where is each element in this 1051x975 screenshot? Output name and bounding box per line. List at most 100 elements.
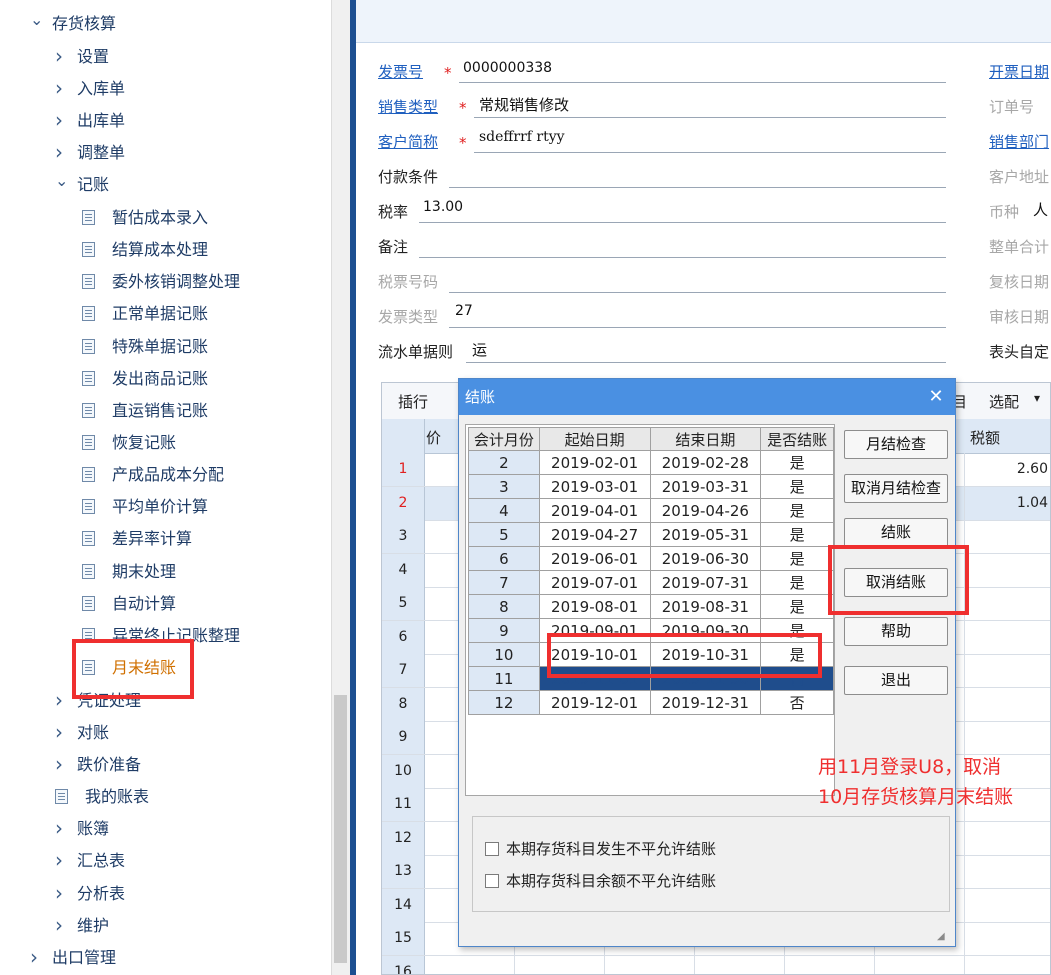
- tax-cell[interactable]: [982, 621, 1050, 654]
- chevron-right-icon[interactable]: ›: [55, 74, 69, 102]
- month-cell[interactable]: 7: [468, 570, 540, 595]
- sales-type-value[interactable]: 常规销售修改: [479, 94, 569, 115]
- cancel-month-check-button[interactable]: 取消月结检查: [844, 474, 948, 503]
- close-period-button[interactable]: 结账: [844, 518, 948, 547]
- chevron-right-icon[interactable]: ›: [55, 718, 69, 746]
- month-cell[interactable]: 2: [468, 450, 540, 475]
- month-cell[interactable]: 4: [468, 498, 540, 523]
- sales-type-label[interactable]: 销售类型: [378, 96, 438, 117]
- table-row[interactable]: 7 2019-07-01 2019-07-31 是: [468, 570, 834, 595]
- start-date-cell[interactable]: 2019-02-01: [538, 450, 651, 475]
- invoice-type-value[interactable]: 27: [455, 303, 473, 319]
- closed-flag-cell[interactable]: 是: [760, 474, 834, 499]
- month-cell[interactable]: 5: [468, 522, 540, 547]
- start-date-cell[interactable]: 2019-04-01: [538, 498, 651, 523]
- table-row[interactable]: 6 2019-06-01 2019-06-30 是: [468, 546, 834, 571]
- chevron-right-icon[interactable]: ›: [55, 750, 69, 778]
- tax-rate-value[interactable]: 13.00: [423, 199, 463, 215]
- tax-cell[interactable]: 2.60: [982, 453, 1050, 486]
- start-date-cell[interactable]: 2019-07-01: [538, 570, 651, 595]
- help-button[interactable]: 帮助: [844, 617, 948, 646]
- month-cell[interactable]: 11: [468, 666, 540, 691]
- closed-flag-cell[interactable]: 是: [760, 546, 834, 571]
- end-date-cell[interactable]: 2019-02-28: [649, 450, 762, 475]
- allow-unbalanced-balance-label[interactable]: 本期存货科目余额不平允许结账: [506, 870, 716, 891]
- chevron-right-icon[interactable]: ›: [30, 943, 44, 971]
- resize-grip-icon[interactable]: ◢: [937, 931, 949, 943]
- chevron-right-icon[interactable]: ›: [55, 106, 69, 134]
- chevron-down-icon[interactable]: ▾: [1034, 391, 1040, 405]
- chevron-right-icon[interactable]: ›: [55, 911, 69, 939]
- chevron-right-icon[interactable]: ›: [55, 814, 69, 842]
- closed-flag-cell[interactable]: 是: [760, 522, 834, 547]
- end-date-cell[interactable]: 2019-12-31: [649, 690, 762, 715]
- tax-cell[interactable]: [982, 721, 1050, 754]
- table-row[interactable]: 8 2019-08-01 2019-08-31 是: [468, 594, 834, 619]
- close-icon[interactable]: ✕: [921, 379, 951, 415]
- start-date-cell[interactable]: 2019-08-01: [538, 594, 651, 619]
- end-date-cell[interactable]: 2019-04-26: [649, 498, 762, 523]
- table-row[interactable]: 5 2019-04-27 2019-05-31 是: [468, 522, 834, 547]
- tax-cell[interactable]: [982, 520, 1050, 553]
- select-match-button[interactable]: 选配: [989, 391, 1019, 412]
- chevron-down-icon[interactable]: ⌄: [30, 6, 44, 34]
- start-date-cell[interactable]: 2019-04-27: [538, 522, 651, 547]
- start-date-cell[interactable]: 2019-03-01: [538, 474, 651, 499]
- invoice-no-value[interactable]: 0000000338: [463, 60, 552, 76]
- customer-label[interactable]: 客户简称: [378, 131, 438, 152]
- invoice-no-label[interactable]: 发票号: [378, 61, 423, 82]
- closed-flag-cell[interactable]: 是: [760, 570, 834, 595]
- chevron-right-icon[interactable]: ›: [55, 879, 69, 907]
- table-row[interactable]: 2 2019-02-01 2019-02-28 是: [468, 450, 834, 475]
- chevron-down-icon[interactable]: ⌄: [55, 167, 69, 195]
- customer-value[interactable]: sdeffrrf rtyy: [479, 129, 565, 145]
- chevron-right-icon[interactable]: ›: [55, 42, 69, 70]
- month-cell[interactable]: 8: [468, 594, 540, 619]
- invoice-date-label[interactable]: 开票日期: [989, 61, 1049, 82]
- tax-cell[interactable]: [982, 922, 1050, 955]
- dialog-titlebar[interactable]: 结账 ✕: [459, 379, 955, 415]
- end-date-cell[interactable]: 2019-07-31: [649, 570, 762, 595]
- tax-cell[interactable]: [982, 554, 1050, 587]
- month-check-button[interactable]: 月结检查: [844, 430, 948, 459]
- table-row[interactable]: 12 2019-12-01 2019-12-31 否: [468, 690, 834, 715]
- nav-scrollbar-thumb[interactable]: [334, 695, 347, 963]
- currency-value[interactable]: 人: [1033, 199, 1048, 220]
- month-cell[interactable]: 6: [468, 546, 540, 571]
- chevron-right-icon[interactable]: ›: [55, 138, 69, 166]
- end-date-cell[interactable]: 2019-03-31: [649, 474, 762, 499]
- month-cell[interactable]: 9: [468, 618, 540, 643]
- closed-flag-cell[interactable]: 否: [760, 690, 834, 715]
- sales-dept-label[interactable]: 销售部门: [989, 131, 1049, 152]
- tax-cell[interactable]: 1.04: [982, 487, 1050, 520]
- month-cell[interactable]: 10: [468, 642, 540, 667]
- end-date-cell[interactable]: 2019-06-30: [649, 546, 762, 571]
- closed-flag-cell[interactable]: 是: [760, 594, 834, 619]
- tax-cell[interactable]: [982, 587, 1050, 620]
- closed-flag-cell[interactable]: 是: [760, 450, 834, 475]
- tax-cell[interactable]: [982, 855, 1050, 888]
- tax-cell[interactable]: [982, 822, 1050, 855]
- chevron-right-icon[interactable]: ›: [55, 846, 69, 874]
- table-row[interactable]: 3 2019-03-01 2019-03-31 是: [468, 474, 834, 499]
- serial-rule-value[interactable]: 运: [472, 339, 487, 360]
- allow-unbalanced-occurrence-label[interactable]: 本期存货科目发生不平允许结账: [506, 838, 716, 859]
- table-row[interactable]: 16: [382, 955, 1050, 975]
- tax-cell[interactable]: [982, 688, 1050, 721]
- chevron-right-icon[interactable]: ›: [55, 686, 69, 714]
- tax-cell[interactable]: [982, 654, 1050, 687]
- month-cell[interactable]: 12: [468, 690, 540, 715]
- end-date-cell[interactable]: 2019-05-31: [649, 522, 762, 547]
- exit-button[interactable]: 退出: [844, 666, 948, 695]
- month-cell[interactable]: 3: [468, 474, 540, 499]
- allow-unbalanced-balance-checkbox[interactable]: [485, 874, 499, 888]
- end-date-cell[interactable]: 2019-08-31: [649, 594, 762, 619]
- tax-cell[interactable]: [982, 889, 1050, 922]
- closed-flag-cell[interactable]: 是: [760, 498, 834, 523]
- allow-unbalanced-occurrence-checkbox[interactable]: [485, 842, 499, 856]
- pane-divider[interactable]: [350, 0, 356, 975]
- tax-cell[interactable]: [982, 956, 1050, 975]
- start-date-cell[interactable]: 2019-06-01: [538, 546, 651, 571]
- table-row[interactable]: 4 2019-04-01 2019-04-26 是: [468, 498, 834, 523]
- start-date-cell[interactable]: 2019-12-01: [538, 690, 651, 715]
